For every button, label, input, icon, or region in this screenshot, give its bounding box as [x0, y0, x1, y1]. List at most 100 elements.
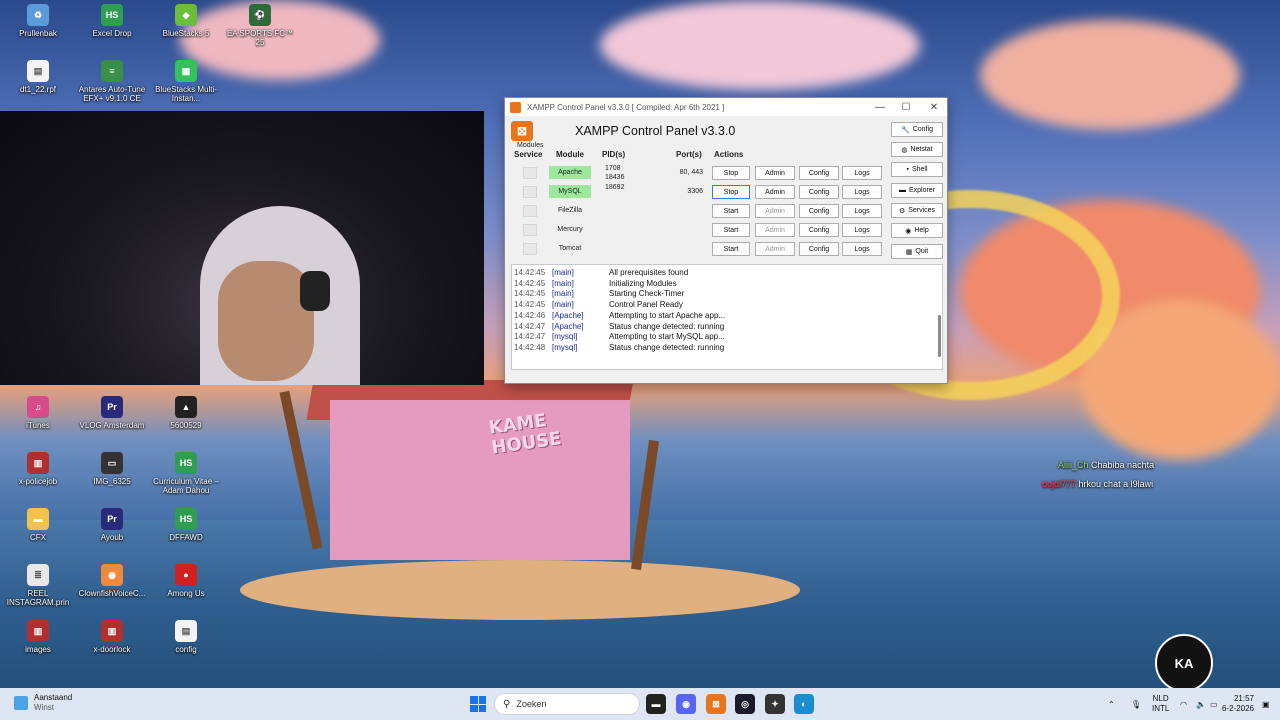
log-module: [mysql]	[552, 332, 578, 342]
file-icon: ▤	[27, 60, 49, 82]
start-stop-button[interactable]: Start	[712, 204, 750, 218]
xampp-window[interactable]: XAMPP Control Panel v3.3.0 [ Compiled: A…	[504, 97, 948, 384]
service-checkbox[interactable]	[523, 167, 537, 179]
config-button[interactable]: Config	[799, 242, 839, 256]
col-actions: Actions	[714, 150, 744, 159]
notification-icon[interactable]: ▣	[1262, 688, 1270, 720]
log-time: 14:42:46	[514, 310, 546, 320]
winrar-icon: ▥	[101, 620, 123, 642]
side-button-netstat[interactable]: ◍ Netstat	[891, 142, 943, 157]
module-row: Apache 1708 18436 80, 443 Stop Admin Config Log…	[505, 164, 890, 182]
minimize-icon[interactable]: —	[869, 100, 891, 114]
desktop-icon[interactable]: ◆ BlueStacks 5	[148, 4, 224, 38]
service-checkbox[interactable]	[523, 243, 537, 255]
maximize-icon[interactable]: ☐	[895, 100, 917, 114]
log-message: Initializing Modules	[609, 278, 677, 288]
side-button-label: Services	[908, 207, 936, 214]
log-panel[interactable]: 14:42:45 [main] All prerequisites found 14:…	[511, 264, 943, 370]
edge-icon[interactable]: ◐	[794, 694, 814, 714]
xampp-logo-icon: ⊠	[511, 121, 533, 141]
desktop-icon[interactable]: HS Curriculum Vitae – Adam Dahou	[148, 452, 224, 495]
desktop-icon[interactable]: ▦ BlueStacks Multi-Instan...	[148, 60, 224, 103]
language-indicator[interactable]: NLD INTL	[1152, 688, 1169, 720]
service-checkbox[interactable]	[523, 205, 537, 217]
discord-icon[interactable]: ◉	[676, 694, 696, 714]
logs-button[interactable]: Logs	[842, 185, 882, 199]
xampp-titlebar[interactable]: XAMPP Control Panel v3.3.0 [ Compiled: A…	[505, 98, 947, 116]
module-row: MySQL 18692 3306 Stop Admin Config Logs	[505, 183, 890, 201]
desktop-icon[interactable]: ≣ REEL INSTAGRAM.prin	[0, 564, 76, 607]
admin-button[interactable]: Admin	[755, 204, 795, 218]
file-explorer-icon[interactable]: ▬	[646, 694, 666, 714]
desktop-icon[interactable]: ▤ config	[148, 620, 224, 654]
side-button-explorer[interactable]: ▬ Explorer	[891, 183, 943, 198]
wifi-icon[interactable]: ◠	[1180, 688, 1187, 720]
side-button-shell[interactable]: ▪ Shell	[891, 162, 943, 177]
desktop-icon[interactable]: ● Among Us	[148, 564, 224, 598]
log-time: 14:42:45	[514, 268, 546, 277]
desktop-icon[interactable]: HS Excel Drop	[74, 4, 150, 38]
admin-button[interactable]: Admin	[755, 185, 795, 199]
desktop-icon[interactable]: ♻ Prullenbak	[0, 4, 76, 38]
side-button-label: Help	[914, 227, 929, 234]
desktop-icon[interactable]: ▥ x-doorlock	[74, 620, 150, 654]
admin-button[interactable]: Admin	[755, 166, 795, 180]
desktop-icon[interactable]: ▭ IMG_6325	[74, 452, 150, 486]
desktop-icon[interactable]: ♫ iTunes	[0, 396, 76, 430]
start-button[interactable]	[470, 696, 486, 712]
davinci-icon[interactable]: ✦	[765, 694, 785, 714]
desktop-icon-label: REEL INSTAGRAM.prin	[6, 589, 70, 607]
config-button[interactable]: Config	[799, 223, 839, 237]
wallpaper-cloud	[600, 0, 920, 90]
desktop-icon[interactable]: ▬ CFX	[0, 508, 76, 542]
tray-chevron-icon[interactable]: ⌃	[1108, 688, 1115, 720]
weather-widget[interactable]: Aanstaand Winst	[14, 693, 72, 713]
xampp-icon[interactable]: ⊠	[706, 694, 726, 714]
config-button[interactable]: Config	[799, 204, 839, 218]
config-button[interactable]: Config	[799, 166, 839, 180]
desktop-icon-label: CFX	[30, 533, 46, 542]
logs-button[interactable]: Logs	[842, 204, 882, 218]
side-button-quit[interactable]: ▦ Quit	[891, 244, 943, 259]
desktop-icon[interactable]: HS DFFAWD	[148, 508, 224, 542]
config-button[interactable]: Config	[799, 185, 839, 199]
log-module: [Apache]	[552, 321, 584, 331]
premiere-icon: Pr	[101, 396, 123, 418]
volume-icon[interactable]: 🔈	[1196, 688, 1206, 720]
col-module: Module	[556, 150, 584, 159]
start-tile	[478, 696, 486, 704]
desktop-icon[interactable]: Pr Ayoub	[74, 508, 150, 542]
obs-icon[interactable]: ◎	[735, 694, 755, 714]
log-line: 14:42:45 [main] Control Panel Ready	[512, 299, 932, 310]
logs-button[interactable]: Logs	[842, 223, 882, 237]
service-checkbox[interactable]	[523, 186, 537, 198]
close-icon[interactable]: ✕	[923, 100, 945, 114]
taskbar-search[interactable]: ⚲ Zoeken	[494, 693, 640, 715]
desktop-icon-label: Antares Auto-Tune EFX+ v9.1.0 CE	[78, 85, 146, 103]
admin-button[interactable]: Admin	[755, 242, 795, 256]
desktop-icon[interactable]: ◉ ClownfishVoiceC...	[74, 564, 150, 598]
desktop-icon[interactable]: ≡ Antares Auto-Tune EFX+ v9.1.0 CE	[74, 60, 150, 103]
side-button-services[interactable]: ⚙ Services	[891, 203, 943, 218]
desktop-icon[interactable]: ▥ x-policejob	[0, 452, 76, 486]
clock[interactable]: 21:57 6-2-2026	[1222, 694, 1254, 714]
desktop-icon[interactable]: Pr VLOG Amsterdam	[74, 396, 150, 430]
start-stop-button[interactable]: Stop	[712, 185, 750, 199]
service-checkbox[interactable]	[523, 224, 537, 236]
desktop-icon[interactable]: ⚽ EA SPORTS FC™ 25	[222, 4, 298, 47]
side-button-config[interactable]: 🔧 Config	[891, 122, 943, 137]
microphone-icon[interactable]: 🎙	[1131, 688, 1141, 720]
admin-button[interactable]: Admin	[755, 223, 795, 237]
desktop-icon[interactable]: ▲ 5600529	[148, 396, 224, 430]
recycle-bin-icon: ♻	[27, 4, 49, 26]
logs-button[interactable]: Logs	[842, 166, 882, 180]
start-stop-button[interactable]: Start	[712, 223, 750, 237]
side-button-help[interactable]: ◉ Help	[891, 223, 943, 238]
start-stop-button[interactable]: Stop	[712, 166, 750, 180]
desktop-icon[interactable]: ▤ dt1_22.rpf	[0, 60, 76, 94]
desktop-icon[interactable]: ▥ images	[0, 620, 76, 654]
help-icon: ◉	[905, 227, 912, 235]
log-scrollbar[interactable]	[938, 315, 941, 357]
start-stop-button[interactable]: Start	[712, 242, 750, 256]
logs-button[interactable]: Logs	[842, 242, 882, 256]
